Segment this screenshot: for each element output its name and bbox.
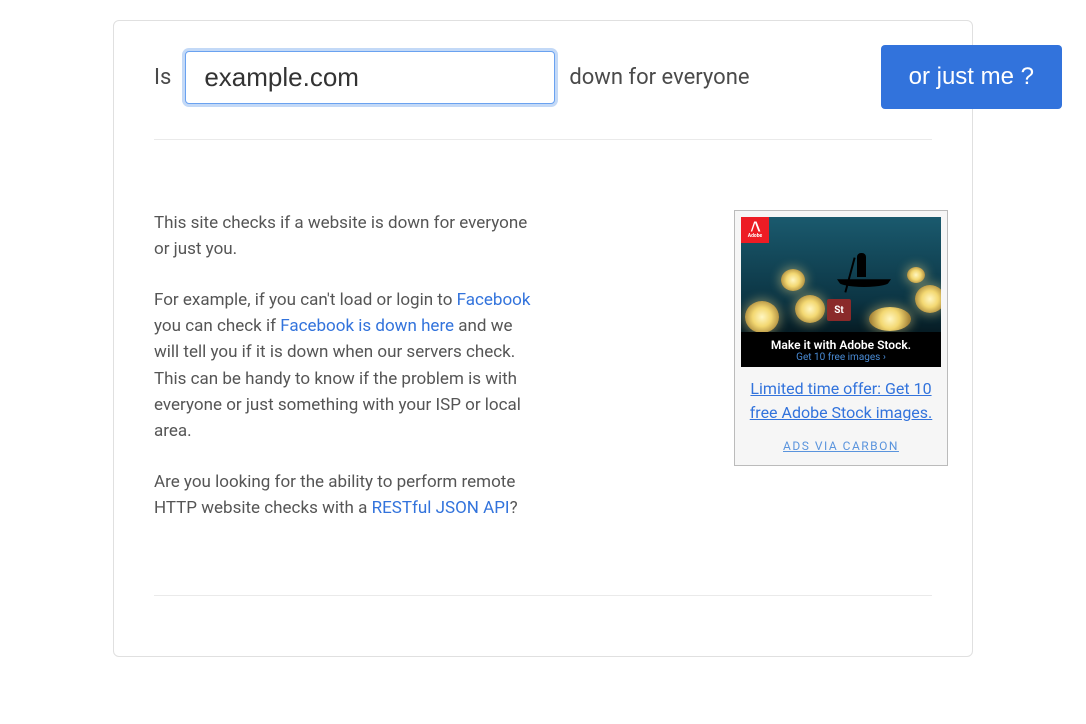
lantern-icon (795, 295, 825, 323)
ad-box: /\ Adobe St Make it with Adobe Stock. G (734, 210, 948, 466)
url-input[interactable] (185, 51, 555, 104)
ad-via-link[interactable]: ADS VIA CARBON (741, 439, 941, 453)
main-card: Is down for everyone or just me ? This s… (113, 20, 973, 657)
description-text: This site checks if a website is down fo… (154, 210, 534, 545)
lantern-icon (869, 307, 911, 331)
check-form: Is down for everyone or just me ? (154, 51, 932, 140)
ad-overlay-title: Make it with Adobe Stock. (741, 338, 941, 352)
content-row: This site checks if a website is down fo… (154, 210, 932, 596)
desc-para-3: Are you looking for the ability to perfo… (154, 469, 534, 522)
desc-para-2: For example, if you can't load or login … (154, 287, 534, 445)
lantern-icon (745, 301, 779, 333)
prefix-label: Is (154, 65, 171, 90)
ad-overlay: Make it with Adobe Stock. Get 10 free im… (741, 332, 941, 367)
lantern-icon (915, 285, 941, 313)
facebook-down-link[interactable]: Facebook is down here (280, 316, 454, 336)
facebook-link[interactable]: Facebook (457, 290, 531, 310)
check-button[interactable]: or just me ? (881, 45, 1062, 109)
ad-image-link[interactable]: /\ Adobe St Make it with Adobe Stock. G (741, 217, 941, 367)
adobe-logo-icon: /\ Adobe (741, 217, 769, 243)
suffix-label: down for everyone (569, 65, 749, 90)
desc-para-1: This site checks if a website is down fo… (154, 210, 534, 263)
lantern-icon (907, 267, 925, 283)
api-link[interactable]: RESTful JSON API (372, 498, 510, 518)
ad-overlay-sub: Get 10 free images › (741, 352, 941, 363)
boat-icon (839, 253, 889, 303)
ad-caption-link[interactable]: Limited time offer: Get 10 free Adobe St… (741, 377, 941, 425)
stock-badge-icon: St (827, 299, 851, 321)
lantern-icon (781, 269, 805, 291)
